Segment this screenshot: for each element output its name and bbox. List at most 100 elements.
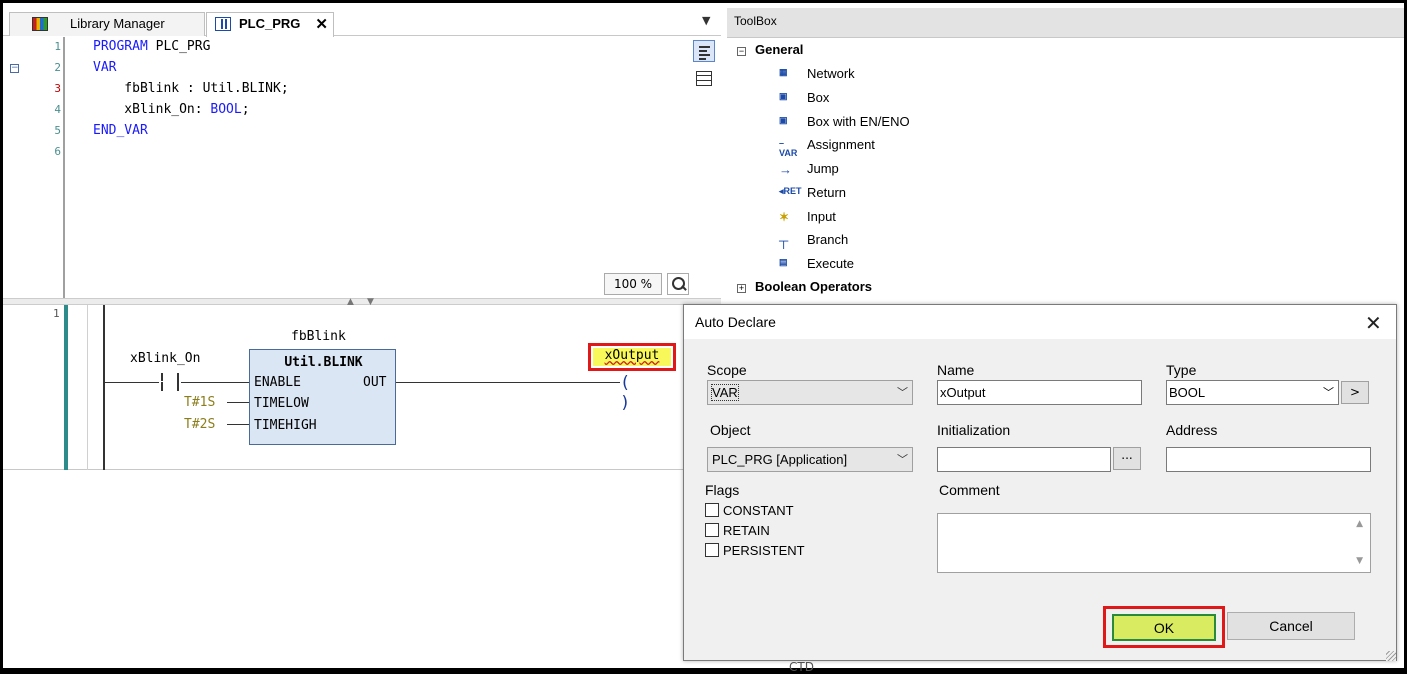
assignment-icon: –VAR [779, 138, 798, 158]
editor-splitter[interactable]: ▲ ▼ [3, 297, 721, 307]
dialog-title: Auto Declare [695, 314, 776, 330]
timehigh-literal[interactable]: T#2S [184, 417, 215, 432]
editor-tab-strip: Library Manager PLC_PRG ✕ [3, 8, 721, 37]
return-icon: ◂RET [779, 186, 802, 196]
name-label: Name [937, 362, 975, 378]
coil-variable[interactable]: xOutput [593, 348, 671, 366]
pin-enable: ENABLE [254, 375, 301, 390]
address-field[interactable] [1166, 447, 1371, 472]
chevron-down-icon: ﹀ [897, 387, 908, 399]
contact-variable[interactable]: xBlink_On [130, 351, 200, 366]
code-line: fbBlink : Util.BLINK; [93, 81, 289, 96]
object-select[interactable]: PLC_PRG [Application] ﹀ [707, 447, 913, 472]
contact-icon[interactable] [159, 373, 181, 391]
wire [227, 424, 249, 425]
line-number: 2 [54, 61, 61, 74]
code-line: END_VAR [93, 123, 148, 138]
name-field[interactable]: xOutput [937, 380, 1142, 405]
wire [181, 382, 249, 383]
collapse-icon[interactable]: − [737, 47, 746, 56]
code-line: xBlink_On: BOOL; [93, 102, 250, 117]
code-line: PROGRAM PLC_PRG [93, 39, 211, 54]
tab-label: PLC_PRG [239, 16, 301, 31]
cancel-button[interactable]: Cancel [1227, 612, 1355, 640]
object-label: Object [710, 422, 751, 438]
coil-icon[interactable]: ( ) [620, 373, 644, 413]
execute-icon: ▤ [779, 257, 788, 267]
auto-declare-dialog: Auto Declare ✕ Scope VAR ﹀ Name xOutput … [683, 304, 1397, 661]
function-block[interactable]: Util.BLINK ENABLE TIMELOW TIMEHIGH OUT [249, 349, 396, 445]
network-icon: ▦ [779, 67, 788, 77]
resize-grip[interactable] [1386, 651, 1396, 661]
ok-button-highlight: OK [1103, 606, 1225, 648]
line-number: 3 [54, 82, 61, 95]
branch-icon: ┬ [779, 233, 789, 248]
chevron-down-icon: ﹀ [1323, 387, 1334, 399]
comment-field[interactable]: ▲ ▼ [937, 513, 1371, 573]
table-view-icon[interactable] [693, 68, 715, 90]
line-number-gutter: 1 2 3 4 5 6 − [3, 37, 65, 298]
initialization-browse-button[interactable]: ... [1113, 447, 1141, 470]
flags-label: Flags [705, 482, 740, 498]
output-variable-highlight: xOutput [588, 343, 676, 371]
zoom-icon[interactable] [667, 273, 689, 295]
checkbox-icon [705, 503, 719, 517]
checkbox-icon [705, 523, 719, 537]
box-icon: ▣ [779, 91, 788, 101]
tab-plc-prg[interactable]: PLC_PRG ✕ [206, 12, 334, 37]
comment-label: Comment [939, 482, 1000, 498]
box-en-eno-icon: ▣ [779, 115, 788, 125]
toolbox-category-boolean[interactable]: + Boolean Operators [737, 279, 872, 294]
scroll-down-icon[interactable]: ▼ [1356, 556, 1363, 566]
scope-select[interactable]: VAR ﹀ [707, 380, 913, 405]
power-rail [103, 305, 105, 470]
type-label: Type [1166, 362, 1197, 378]
zoom-level[interactable]: 100 % [604, 273, 662, 295]
flag-retain-checkbox[interactable]: RETAIN [705, 523, 770, 538]
type-browse-button[interactable]: > [1341, 381, 1369, 404]
wire [105, 382, 159, 383]
timelow-literal[interactable]: T#1S [184, 395, 215, 410]
pou-icon [215, 17, 231, 31]
declaration-editor[interactable]: 1 2 3 4 5 6 − PROGRAM PLC_PRG VAR fbBlin… [3, 37, 721, 298]
wire [227, 402, 249, 403]
chevron-down-icon[interactable]: ▼ [702, 14, 710, 27]
wire [396, 382, 620, 383]
network-marker [64, 305, 68, 470]
type-combo[interactable]: BOOL ﹀ [1166, 380, 1339, 405]
close-icon[interactable]: ✕ [1365, 311, 1382, 335]
input-icon: ✶ [779, 210, 790, 224]
ok-button[interactable]: OK [1112, 614, 1216, 641]
chevron-down-icon: ﹀ [897, 454, 908, 466]
pin-timehigh: TIMEHIGH [254, 418, 317, 433]
collapse-icon[interactable]: − [10, 64, 19, 73]
scroll-up-icon[interactable]: ▲ [1356, 519, 1363, 529]
fb-type-name: Util.BLINK [284, 355, 363, 370]
tab-label: Library Manager [70, 16, 165, 31]
address-label: Address [1166, 422, 1218, 438]
checkbox-icon [705, 543, 719, 557]
pin-timelow: TIMELOW [254, 396, 309, 411]
code-line: VAR [93, 60, 117, 75]
scope-label: Scope [707, 362, 747, 378]
network-number: 1 [53, 307, 60, 320]
line-number: 4 [54, 103, 61, 116]
network-divider [87, 305, 88, 470]
flag-constant-checkbox[interactable]: CONSTANT [705, 503, 794, 518]
tab-library-manager[interactable]: Library Manager [9, 12, 205, 36]
toolbox-item-partial: CTD [789, 660, 814, 674]
flag-persistent-checkbox[interactable]: PERSISTENT [705, 543, 805, 558]
text-view-icon[interactable] [693, 40, 715, 62]
initialization-label: Initialization [937, 422, 1011, 438]
close-icon[interactable]: ✕ [315, 15, 328, 33]
initialization-field[interactable] [937, 447, 1111, 472]
line-number: 1 [54, 40, 61, 53]
jump-icon: → [779, 162, 792, 177]
fb-instance-name[interactable]: fbBlink [291, 329, 346, 344]
expand-icon[interactable]: + [737, 284, 746, 293]
library-icon [32, 17, 48, 31]
pin-out: OUT [363, 375, 387, 390]
dialog-titlebar: Auto Declare ✕ [684, 305, 1396, 339]
toolbox-category-general[interactable]: − General [737, 42, 803, 57]
toolbox-title: ToolBox [727, 8, 1404, 38]
